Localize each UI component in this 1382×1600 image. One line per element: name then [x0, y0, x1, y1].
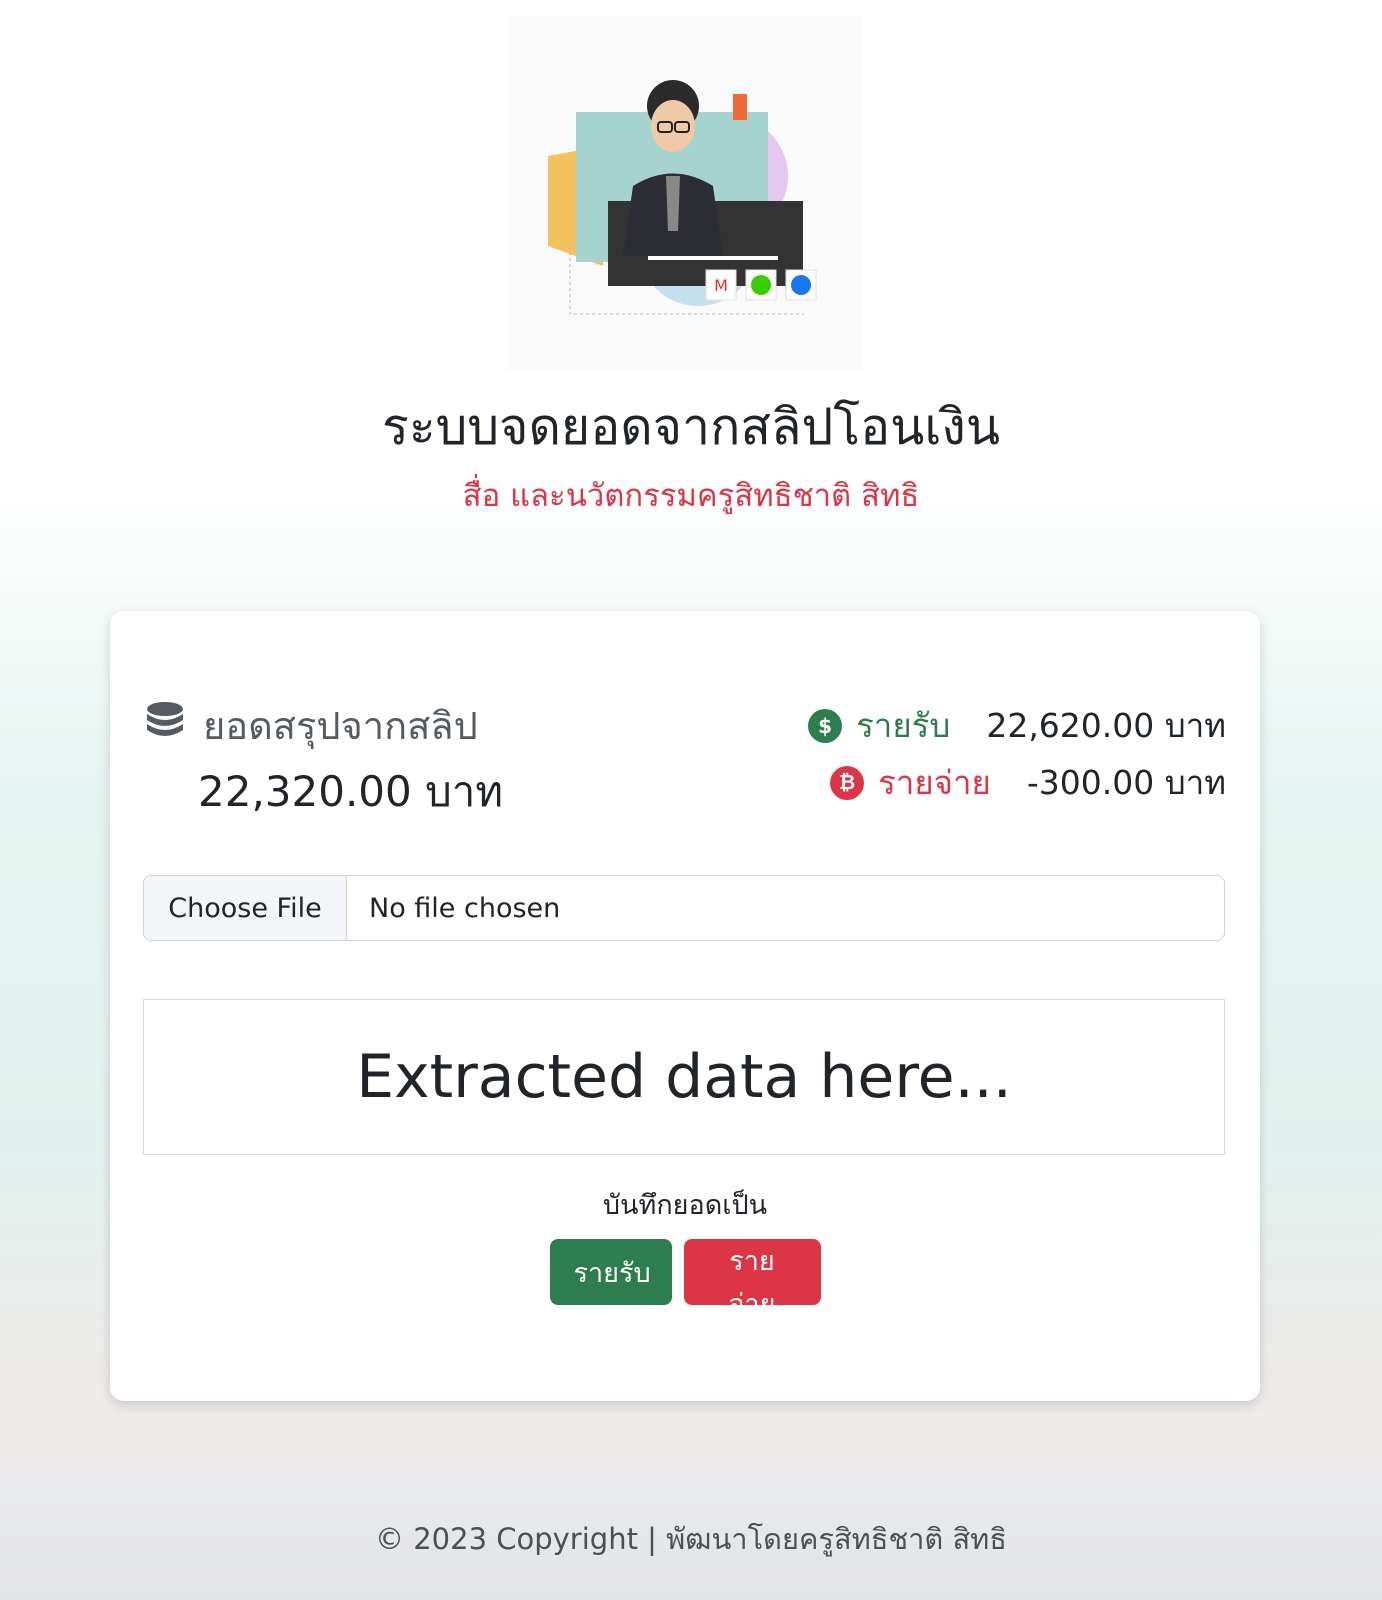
page-title: ระบบจดยอดจากสลิปโอนเงิน	[381, 398, 1001, 456]
page-subtitle: สื่อ และนวัตกรรมครูสิทธิชาติ สิทธิ	[462, 478, 920, 514]
footer: © 2023 Copyright | พัฒนาโดยครูสิทธิชาติ …	[0, 1472, 1382, 1600]
coins-icon	[143, 700, 187, 751]
income-label: รายรับ	[856, 706, 951, 745]
summary-heading: ยอดสรุปจากสลิป	[143, 695, 478, 756]
extracted-data-box: Extracted data here...	[143, 999, 1225, 1155]
save-expense-button[interactable]: รายจ่าย	[683, 1239, 821, 1320]
profile-image: M	[508, 16, 862, 370]
extracted-data-text: Extracted data here...	[356, 1042, 1012, 1112]
money-hand-icon: $	[808, 708, 843, 743]
bitcoin-icon: ₿	[830, 765, 865, 800]
copyright-text: © 2023 Copyright | พัฒนาโดยครูสิทธิชาติ …	[375, 1522, 1007, 1556]
income-summary: $ รายรับ 22,620.00 บาท	[808, 699, 1226, 752]
svg-text:M: M	[714, 276, 728, 295]
income-value: 22,620.00 บาท	[986, 706, 1226, 745]
file-status-text: No file chosen	[369, 892, 561, 924]
main-card: ยอดสรุปจากสลิป 22,320.00 บาท $ รายรับ 22…	[110, 611, 1260, 1401]
save-button-group: รายรับ รายจ่าย	[110, 1239, 1260, 1320]
expense-label: รายจ่าย	[878, 763, 991, 802]
save-income-button[interactable]: รายรับ	[549, 1239, 672, 1305]
expense-summary: ₿ รายจ่าย -300.00 บาท	[830, 756, 1226, 809]
expense-value: -300.00 บาท	[1026, 763, 1226, 802]
choose-file-button[interactable]: Choose File	[144, 876, 347, 940]
file-input[interactable]: Choose File No file chosen	[143, 875, 1225, 941]
summary-value: 22,320.00 บาท	[198, 767, 504, 816]
save-as-label: บันทึกยอดเป็น	[602, 1190, 768, 1221]
summary-label: ยอดสรุปจากสลิป	[203, 704, 478, 748]
